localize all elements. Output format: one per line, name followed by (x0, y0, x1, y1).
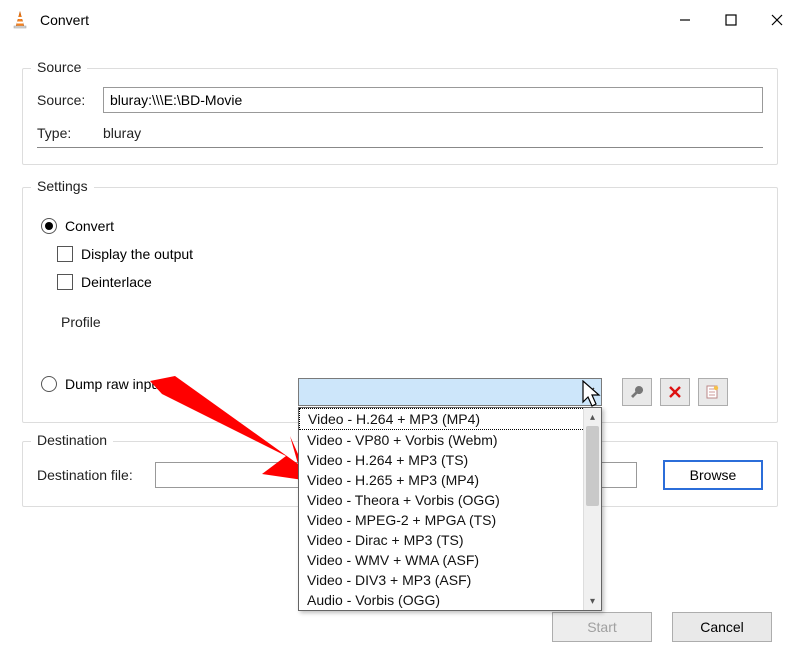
scroll-up-icon[interactable]: ▴ (584, 408, 601, 426)
vlc-cone-icon (10, 10, 30, 30)
radio-icon (41, 218, 57, 234)
wrench-icon (629, 384, 645, 400)
destination-file-label: Destination file: (37, 467, 155, 483)
profile-option[interactable]: Video - MPEG-2 + MPGA (TS) (299, 510, 601, 530)
source-input[interactable] (103, 87, 763, 113)
minimize-button[interactable] (662, 5, 708, 35)
annotation-arrow-icon (140, 376, 310, 496)
destination-legend: Destination (31, 432, 113, 448)
source-label: Source: (37, 92, 103, 108)
window-title: Convert (40, 12, 89, 28)
new-doc-icon (705, 384, 721, 400)
maximize-button[interactable] (708, 5, 754, 35)
settings-legend: Settings (31, 178, 94, 194)
browse-button[interactable]: Browse (663, 460, 763, 490)
profile-option[interactable]: Video - Dirac + MP3 (TS) (299, 530, 601, 550)
profile-combobox[interactable] (298, 378, 602, 406)
type-value: bluray (97, 125, 141, 141)
checkbox-icon (57, 274, 73, 290)
display-output-label: Display the output (81, 246, 193, 262)
edit-profile-button[interactable] (622, 378, 652, 406)
source-legend: Source (31, 59, 87, 75)
display-output-checkbox[interactable]: Display the output (57, 246, 763, 262)
profile-label: Profile (61, 314, 121, 330)
x-icon (668, 385, 682, 399)
new-profile-button[interactable] (698, 378, 728, 406)
profile-option[interactable]: Video - H.264 + MP3 (TS) (299, 450, 601, 470)
profile-option[interactable]: Audio - Vorbis (OGG) (299, 590, 601, 610)
source-divider (37, 147, 763, 148)
type-label: Type: (37, 125, 97, 141)
convert-radio[interactable]: Convert (41, 218, 763, 234)
source-group: Source Source: Type: bluray (22, 68, 778, 165)
start-button[interactable]: Start (552, 612, 652, 642)
profile-dropdown-list: Video - H.264 + MP3 (MP4) Video - VP80 +… (298, 407, 602, 611)
profile-option[interactable]: Video - Theora + Vorbis (OGG) (299, 490, 601, 510)
delete-profile-button[interactable] (660, 378, 690, 406)
profile-option[interactable]: Video - WMV + WMA (ASF) (299, 550, 601, 570)
convert-radio-label: Convert (65, 218, 114, 234)
dropdown-scrollbar[interactable]: ▴ ▾ (583, 408, 601, 610)
profile-option[interactable]: Video - H.265 + MP3 (MP4) (299, 470, 601, 490)
profile-option[interactable]: Video - H.264 + MP3 (MP4) (299, 408, 601, 430)
checkbox-icon (57, 246, 73, 262)
titlebar: Convert (0, 0, 800, 40)
cursor-icon (582, 380, 604, 408)
close-button[interactable] (754, 5, 800, 35)
scroll-down-icon[interactable]: ▾ (584, 592, 601, 610)
profile-option[interactable]: Video - VP80 + Vorbis (Webm) (299, 430, 601, 450)
scroll-thumb[interactable] (586, 426, 599, 506)
deinterlace-label: Deinterlace (81, 274, 152, 290)
profile-option[interactable]: Video - DIV3 + MP3 (ASF) (299, 570, 601, 590)
cancel-button[interactable]: Cancel (672, 612, 772, 642)
deinterlace-checkbox[interactable]: Deinterlace (57, 274, 763, 290)
radio-icon (41, 376, 57, 392)
